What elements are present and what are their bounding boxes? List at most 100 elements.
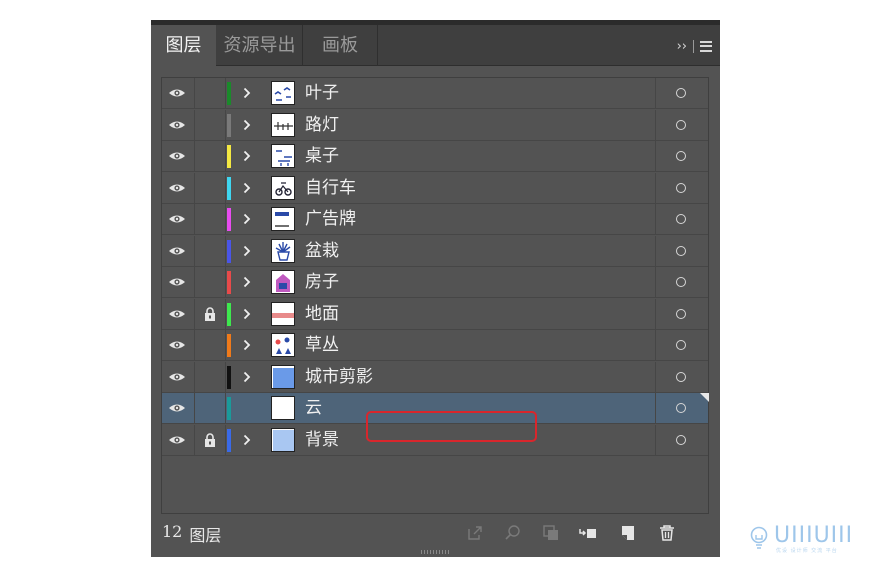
lock-toggle[interactable] [195,78,226,108]
target-circle-icon[interactable] [676,246,686,256]
layer-name[interactable]: 盆栽 [305,236,339,266]
layer-name[interactable]: 自行车 [305,173,356,203]
layer-name[interactable]: 路灯 [305,110,339,140]
chevron-right-icon[interactable] [243,371,251,383]
eye-icon[interactable] [168,151,186,161]
lock-toggle[interactable] [195,204,226,234]
layer-color-bar [227,334,231,357]
make-clipping-mask-icon[interactable] [542,524,560,542]
layer-row[interactable]: 云 [162,393,709,424]
layer-name[interactable]: 城市剪影 [305,362,373,392]
target-circle-icon[interactable] [676,120,686,130]
eye-icon[interactable] [168,277,186,287]
lock-toggle[interactable] [195,236,226,266]
chevron-right-icon[interactable] [243,339,251,351]
delete-layer-icon[interactable] [658,524,676,542]
locate-object-icon[interactable] [504,524,522,542]
layer-row[interactable]: 广告牌 [162,204,708,235]
target-circle-icon[interactable] [676,309,686,319]
layer-name[interactable]: 云 [305,393,322,423]
layer-row[interactable]: 桌子 [162,141,708,172]
tab-artboards[interactable]: 画板 [303,25,378,66]
target-circle-icon[interactable] [676,372,686,382]
create-new-layer-icon[interactable] [619,524,637,542]
chevron-right-icon[interactable] [243,150,251,162]
target-circle-icon[interactable] [676,435,686,445]
target-column [655,362,709,392]
layer-name[interactable]: 草丛 [305,330,339,360]
visibility-toggle[interactable] [162,141,195,171]
chevron-right-icon[interactable] [243,245,251,257]
layer-row[interactable]: 叶子 [162,78,708,109]
layer-name[interactable]: 背景 [305,425,339,455]
visibility-toggle[interactable] [162,425,195,455]
layer-row[interactable]: 盆栽 [162,236,708,267]
lock-icon[interactable] [204,433,216,447]
visibility-toggle[interactable] [162,330,195,360]
tab-layers[interactable]: 图层 [151,25,216,67]
eye-icon[interactable] [168,309,186,319]
target-circle-icon[interactable] [676,151,686,161]
expand-panel-button[interactable]: ›› [677,39,687,54]
chevron-right-icon[interactable] [243,276,251,288]
visibility-toggle[interactable] [162,362,195,392]
selection-indicator-icon[interactable] [700,393,709,402]
eye-icon[interactable] [168,340,186,350]
lock-toggle[interactable] [195,110,226,140]
layer-name[interactable]: 桌子 [305,141,339,171]
eye-icon[interactable] [168,372,186,382]
eye-icon[interactable] [168,214,186,224]
visibility-toggle[interactable] [162,204,195,234]
layer-row[interactable]: 路灯 [162,110,708,141]
lock-toggle[interactable] [195,330,226,360]
lock-toggle[interactable] [195,299,226,329]
eye-icon[interactable] [168,88,186,98]
resize-grip[interactable] [421,550,451,554]
layer-row[interactable]: 背景 [162,425,708,456]
layer-row[interactable]: 城市剪影 [162,362,708,393]
visibility-toggle[interactable] [162,78,195,108]
chevron-right-icon[interactable] [243,87,251,99]
visibility-toggle[interactable] [162,267,195,297]
create-sublayer-icon[interactable] [579,524,597,542]
lock-toggle[interactable] [195,425,226,455]
visibility-toggle[interactable] [162,236,195,266]
eye-icon[interactable] [168,246,186,256]
chevron-right-icon[interactable] [243,213,251,225]
chevron-right-icon[interactable] [243,434,251,446]
chevron-right-icon[interactable] [243,182,251,194]
target-circle-icon[interactable] [676,277,686,287]
lock-toggle[interactable] [195,267,226,297]
lock-toggle[interactable] [195,173,226,203]
layer-name[interactable]: 地面 [305,299,339,329]
layer-row[interactable]: 地面 [162,299,708,330]
target-circle-icon[interactable] [676,183,686,193]
lock-icon[interactable] [204,307,216,321]
layer-row[interactable]: 自行车 [162,173,708,204]
tab-asset-export[interactable]: 资源导出 [217,25,303,66]
layer-row[interactable]: 草丛 [162,330,708,361]
target-circle-icon[interactable] [676,88,686,98]
chevron-right-icon[interactable] [243,308,251,320]
eye-icon[interactable] [168,435,186,445]
target-circle-icon[interactable] [676,214,686,224]
target-circle-icon[interactable] [676,340,686,350]
layer-name[interactable]: 广告牌 [305,204,356,234]
visibility-toggle[interactable] [162,110,195,140]
eye-icon[interactable] [168,183,186,193]
layer-name[interactable]: 房子 [305,267,339,297]
lock-toggle[interactable] [195,393,226,423]
visibility-toggle[interactable] [162,299,195,329]
lock-toggle[interactable] [195,141,226,171]
layer-row[interactable]: 房子 [162,267,708,298]
chevron-right-icon[interactable] [243,119,251,131]
collect-for-export-icon[interactable] [466,524,484,542]
eye-icon[interactable] [168,120,186,130]
eye-icon[interactable] [168,403,186,413]
visibility-toggle[interactable] [162,393,195,423]
visibility-toggle[interactable] [162,173,195,203]
layer-name[interactable]: 叶子 [305,78,339,108]
panel-menu-icon[interactable] [700,40,712,52]
lock-toggle[interactable] [195,362,226,392]
target-circle-icon[interactable] [676,403,686,413]
